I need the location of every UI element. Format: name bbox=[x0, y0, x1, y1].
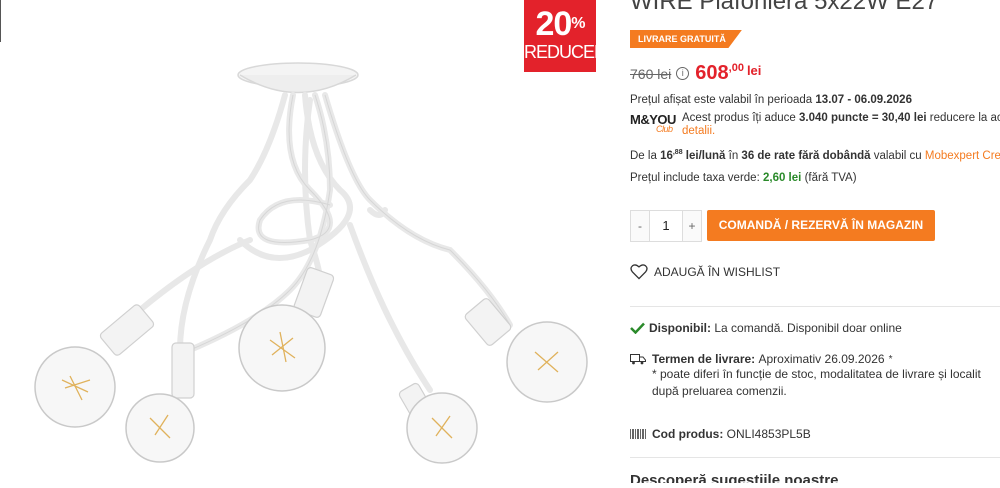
price-row: 760 lei i 608,00 lei bbox=[630, 62, 761, 85]
club-points-text: Acest produs îți aduce 3.040 puncte = 30… bbox=[682, 112, 1000, 137]
checkmark-icon bbox=[630, 322, 645, 334]
delivery-note-line2: după preluarea comenzii. bbox=[652, 384, 787, 398]
quantity-stepper: - 1 + bbox=[630, 210, 702, 242]
order-reserve-button[interactable]: COMANDĂ / REZERVĂ ÎN MAGAZIN bbox=[707, 210, 935, 241]
discount-badge: 20% REDUCERE bbox=[524, 0, 618, 72]
credit-card-link[interactable]: Mobexpert Credit Ca bbox=[925, 150, 1000, 162]
product-image[interactable] bbox=[10, 40, 620, 483]
green-tax-info: Prețul include taxa verde: 2,60 lei (făr… bbox=[630, 172, 857, 184]
free-shipping-badge: LIVRARE GRATUITĂ bbox=[630, 30, 742, 48]
quantity-decrease-button[interactable]: - bbox=[631, 211, 649, 241]
ceiling-lamp-illustration bbox=[34, 62, 588, 464]
section-divider bbox=[630, 457, 1000, 458]
new-price-currency: lei bbox=[746, 63, 762, 78]
product-info-panel: WIRE Plafonieră 5x22W E27 LIVRARE GRATUI… bbox=[630, 0, 1000, 483]
availability-value: La comandă. Disponibil doar online bbox=[714, 321, 902, 335]
product-code-row: Cod produs: ONLI4853PL5B bbox=[630, 427, 811, 441]
quantity-increase-button[interactable]: + bbox=[683, 211, 701, 241]
discount-label: REDUCERE bbox=[524, 42, 618, 62]
availability-label: Disponibil: bbox=[649, 321, 711, 335]
quantity-input[interactable]: 1 bbox=[649, 211, 683, 241]
old-price: 760 lei bbox=[630, 65, 672, 82]
product-code-value: ONLI4853PL5B bbox=[726, 427, 811, 441]
info-icon[interactable]: i bbox=[676, 67, 690, 80]
suggestions-heading: Descoperă sugestiile noastre bbox=[630, 472, 839, 483]
truck-icon bbox=[630, 354, 646, 365]
left-edge-divider bbox=[0, 0, 1, 42]
discount-percent: 20% bbox=[535, 5, 585, 43]
barcode-icon bbox=[630, 429, 646, 439]
availability-row: Disponibil: La comandă. Disponibil doar … bbox=[630, 321, 902, 335]
add-to-wishlist-button[interactable]: ADAUGĂ ÎN WISHLIST bbox=[630, 264, 780, 280]
delivery-info: Termen de livrare: Aproximativ 26.09.202… bbox=[630, 352, 1000, 400]
loyalty-club-block: M&YOU Club Acest produs îți aduce 3.040 p… bbox=[630, 112, 1000, 142]
new-price: 608,00 bbox=[695, 62, 744, 84]
product-title: WIRE Plafonieră 5x22W E27 bbox=[630, 0, 939, 15]
heart-icon bbox=[630, 264, 648, 280]
installments-info: De la 16,88 lei/lună în 36 de rate fără … bbox=[630, 149, 1000, 162]
delivery-value: Aproximativ 26.09.2026 bbox=[758, 352, 885, 366]
section-divider bbox=[630, 306, 1000, 307]
price-validity: Prețul afișat este valabil în perioada 1… bbox=[630, 94, 912, 106]
product-code-label: Cod produs: bbox=[652, 427, 724, 441]
delivery-label: Termen de livrare: bbox=[652, 352, 756, 366]
club-details-link[interactable]: detalii. bbox=[682, 125, 715, 137]
myou-club-logo: M&YOU Club bbox=[630, 112, 676, 134]
delivery-note-line1: * poate diferi în funcție de stoc, modal… bbox=[652, 367, 981, 381]
wishlist-label: ADAUGĂ ÎN WISHLIST bbox=[654, 265, 781, 279]
